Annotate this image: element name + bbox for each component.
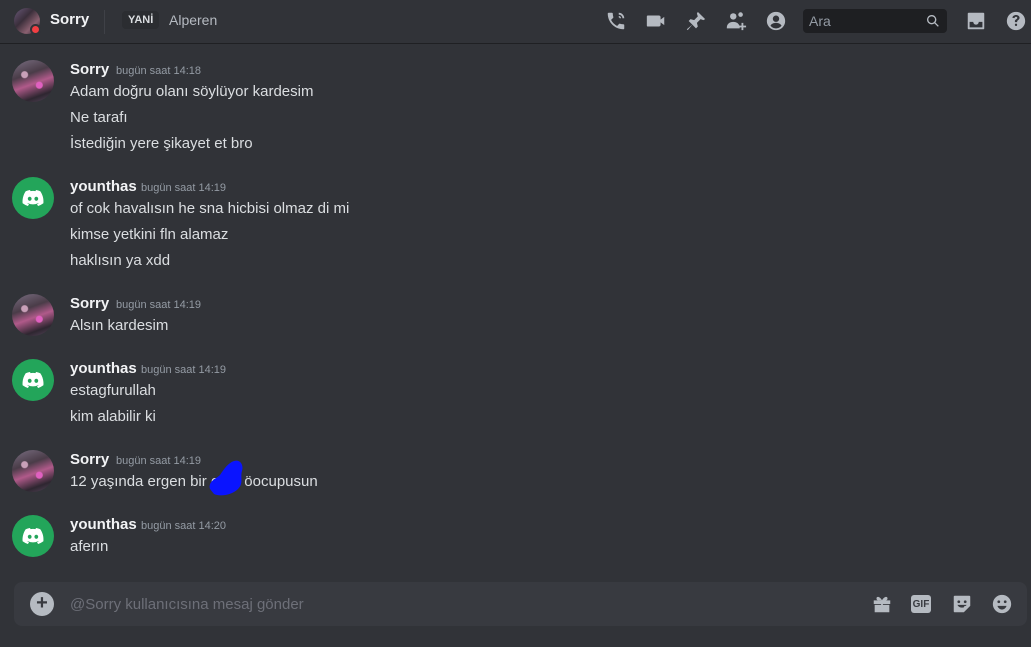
video-call-icon[interactable] <box>644 9 668 33</box>
message-author[interactable]: younthas <box>70 516 137 533</box>
profile-icon[interactable] <box>764 9 788 33</box>
dm-username[interactable]: Sorry <box>50 11 89 28</box>
message-text: 12 yaşında ergen bir o pu öocupusun <box>70 473 318 490</box>
message-timestamp: bugün saat 14:20 <box>141 520 227 532</box>
user-avatar[interactable] <box>12 450 54 492</box>
message-text: Adam doğru olanı söylüyor kardesim <box>70 83 314 100</box>
channel-header: Sorry YANİ Alperen <box>0 0 1031 44</box>
message-author[interactable]: Sorry <box>70 61 109 78</box>
message-author[interactable]: younthas <box>70 360 137 377</box>
search-icon <box>925 13 941 29</box>
message-author[interactable]: Sorry <box>70 451 109 468</box>
voice-call-icon[interactable] <box>604 9 628 33</box>
user-avatar[interactable] <box>12 177 54 219</box>
message-text: estagfurullah <box>70 382 156 399</box>
gift-icon[interactable] <box>871 593 893 615</box>
sticker-icon[interactable] <box>951 593 973 615</box>
message-timestamp: bugün saat 14:18 <box>116 65 202 77</box>
pin-icon[interactable] <box>684 9 708 33</box>
custom-status-text: Alperen <box>169 12 218 28</box>
header-divider <box>104 10 105 34</box>
add-friends-icon[interactable] <box>724 9 748 33</box>
message-composer: + GIF <box>14 582 1027 626</box>
user-avatar[interactable] <box>12 60 54 102</box>
guild-tag-badge[interactable]: YANİ <box>122 11 160 29</box>
discord-logo-icon <box>22 190 44 206</box>
user-avatar[interactable] <box>12 515 54 557</box>
message-text: kimse yetkini fln alamaz <box>70 226 229 243</box>
message-timestamp: bugün saat 14:19 <box>116 299 202 311</box>
gif-button[interactable]: GIF <box>911 595 931 613</box>
user-avatar[interactable] <box>12 359 54 401</box>
discord-logo-icon <box>22 372 44 388</box>
search-box[interactable] <box>803 9 947 33</box>
message-text: İstediğin yere şikayet et bro <box>70 135 253 152</box>
message-timestamp: bugün saat 14:19 <box>116 455 202 467</box>
message-timestamp: bugün saat 14:19 <box>141 364 227 376</box>
message-text: haklısın ya xdd <box>70 252 171 269</box>
message-text: Alsın kardesim <box>70 317 169 334</box>
message-text: aferın <box>70 538 109 555</box>
message-text: Ne tarafı <box>70 109 128 126</box>
upload-plus-button[interactable]: + <box>30 592 54 616</box>
emoji-icon[interactable] <box>991 593 1013 615</box>
message-author[interactable]: younthas <box>70 178 137 195</box>
message-author[interactable]: Sorry <box>70 295 109 312</box>
message-text: kim alabilir ki <box>70 408 156 425</box>
plus-icon: + <box>36 592 48 614</box>
blue-scribble-redaction <box>209 460 243 496</box>
user-avatar[interactable] <box>12 294 54 336</box>
help-icon[interactable] <box>1004 9 1028 33</box>
message-input[interactable] <box>70 582 850 626</box>
message-text: of cok havalısın he sna hicbisi olmaz di… <box>70 200 350 217</box>
dnd-status-icon <box>30 24 41 35</box>
discord-logo-icon <box>22 528 44 544</box>
message-timestamp: bugün saat 14:19 <box>141 182 227 194</box>
inbox-icon[interactable] <box>964 9 988 33</box>
